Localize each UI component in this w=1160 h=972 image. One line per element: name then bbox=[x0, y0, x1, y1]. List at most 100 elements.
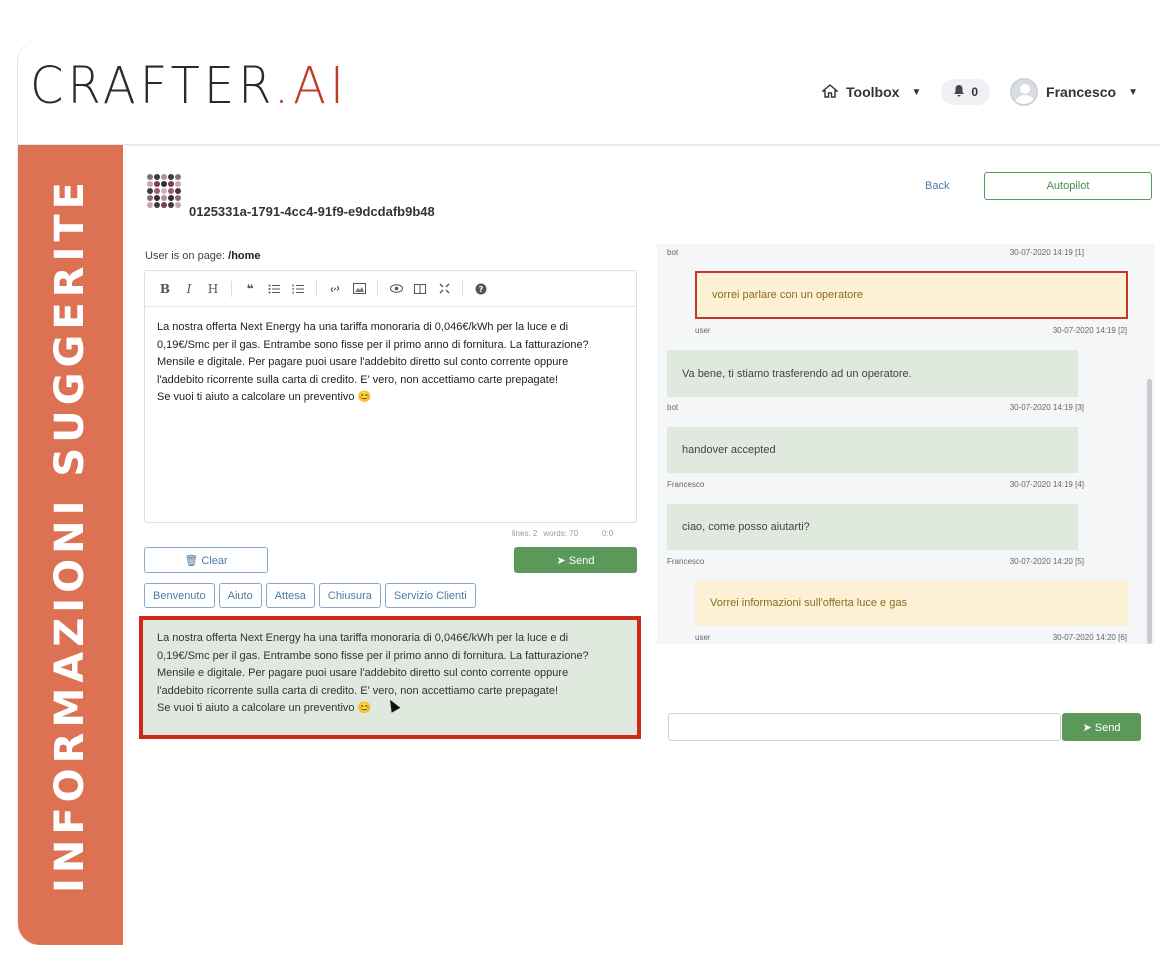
toolbar-divider bbox=[316, 280, 317, 297]
user-name: Francesco bbox=[1046, 84, 1117, 100]
message-sender: Francesco bbox=[667, 557, 705, 566]
suggestion-line: 0,19€/Smc per il gas. Entrambe sono fiss… bbox=[157, 649, 589, 662]
top-header: CRAFTER.AI Toolbox ▼ 0 Francesco ▼ bbox=[18, 40, 1160, 145]
bold-icon[interactable]: B bbox=[155, 279, 175, 299]
quick-reply-benvenuto[interactable]: Benvenuto bbox=[144, 583, 215, 608]
autopilot-button[interactable]: Autopilot bbox=[984, 172, 1152, 200]
notifications-button[interactable]: 0 bbox=[941, 79, 991, 105]
message-time: 30-07-2020 14:19 [1] bbox=[1009, 248, 1084, 257]
status-cursor: 0:0 bbox=[602, 529, 614, 538]
chevron-down-icon: ▼ bbox=[911, 86, 922, 98]
italic-icon[interactable]: I bbox=[179, 279, 199, 299]
toolbar-divider bbox=[377, 280, 378, 297]
reply-send-label: Send bbox=[1094, 721, 1121, 734]
message-time: 30-07-2020 14:20 [6] bbox=[1052, 633, 1127, 642]
status-words: words: 70 bbox=[543, 529, 579, 538]
chat-message-user[interactable]: Vorrei informazioni sull'offerta luce e … bbox=[695, 580, 1128, 626]
reply-send-button[interactable]: ➤ Send bbox=[1062, 713, 1141, 741]
paper-plane-icon: ➤ bbox=[1082, 721, 1092, 734]
editor-textarea[interactable]: La nostra offerta Next Energy ha una tar… bbox=[145, 307, 636, 419]
trash-icon: 🗑 bbox=[184, 554, 199, 567]
message-text: vorrei parlare con un operatore bbox=[712, 289, 864, 301]
paper-plane-icon: ➤ bbox=[556, 554, 566, 567]
send-label: Send bbox=[568, 554, 595, 567]
quote-icon[interactable]: ❝ bbox=[240, 279, 260, 299]
quick-replies: Benvenuto Aiuto Attesa Chiusura Servizio… bbox=[144, 583, 476, 608]
chat-message-bot[interactable]: Va bene, ti stiamo trasferendo ad un ope… bbox=[667, 350, 1078, 397]
ordered-list-icon[interactable] bbox=[288, 279, 308, 299]
bell-icon bbox=[953, 84, 965, 100]
notifications-count: 0 bbox=[971, 85, 979, 99]
message-sender: bot bbox=[667, 403, 679, 412]
link-icon[interactable] bbox=[325, 279, 345, 299]
message-sender: bot bbox=[667, 248, 679, 257]
toolbar-divider bbox=[462, 280, 463, 297]
user-menu[interactable]: Francesco ▼ bbox=[1010, 78, 1138, 106]
editor-line: 0,19€/Smc per il gas. Entrambe sono fiss… bbox=[157, 338, 589, 351]
avatar bbox=[1010, 78, 1039, 106]
help-icon[interactable]: ? bbox=[471, 279, 491, 299]
toolbox-label: Toolbox bbox=[846, 84, 900, 100]
user-page-info: User is on page: /home bbox=[145, 250, 261, 262]
chat-message-agent[interactable]: ciao, come posso aiutarti? bbox=[667, 504, 1078, 550]
suggested-answer[interactable]: La nostra offerta Next Energy ha una tar… bbox=[139, 616, 641, 739]
svg-text:?: ? bbox=[479, 285, 484, 294]
top-nav: Toolbox ▼ 0 Francesco ▼ bbox=[821, 78, 1138, 106]
chevron-down-icon: ▼ bbox=[1128, 86, 1138, 98]
editor-statusbar: lines: 2 words: 70 0:0 bbox=[512, 529, 613, 538]
reply-input[interactable] bbox=[668, 713, 1061, 741]
fullscreen-icon[interactable] bbox=[434, 279, 454, 299]
message-sender: user bbox=[695, 633, 711, 642]
logo-suffix: .AI bbox=[273, 56, 349, 116]
message-text: Va bene, ti stiamo trasferendo ad un ope… bbox=[682, 367, 912, 380]
editor-line: La nostra offerta Next Energy ha una tar… bbox=[157, 321, 569, 333]
back-link[interactable]: Back bbox=[925, 180, 949, 192]
message-text: Vorrei informazioni sull'offerta luce e … bbox=[710, 597, 907, 609]
quick-reply-chiusura[interactable]: Chiusura bbox=[318, 583, 381, 608]
chat-message-agent[interactable]: handover accepted bbox=[667, 427, 1078, 473]
suggestion-line: La nostra offerta Next Energy ha una tar… bbox=[157, 632, 569, 644]
quick-reply-servizio-clienti[interactable]: Servizio Clienti bbox=[384, 583, 476, 608]
conversation-card: 0125331a-1791-4cc4-91f9-e9dcdafb9b48 Bac… bbox=[127, 145, 1160, 945]
suggested-info-banner: INFORMAZIONI SUGGERITE bbox=[18, 145, 123, 945]
toolbar-divider bbox=[231, 280, 232, 297]
message-text: ciao, come posso aiutarti? bbox=[682, 521, 810, 533]
editor-line: l'addebito ricorrente sulla carta di cre… bbox=[157, 373, 559, 386]
chat-scrollbar[interactable] bbox=[1147, 379, 1152, 644]
message-time: 30-07-2020 14:19 [3] bbox=[1009, 403, 1084, 412]
side-by-side-icon[interactable] bbox=[410, 279, 430, 299]
unordered-list-icon[interactable] bbox=[264, 279, 284, 299]
editor-toolbar: B I H ❝ ? bbox=[145, 271, 636, 307]
send-button[interactable]: ➤ Send bbox=[514, 547, 637, 573]
message-time: 30-07-2020 14:19 [4] bbox=[1009, 480, 1084, 489]
page-info-label: User is on page: bbox=[145, 250, 229, 262]
message-text: handover accepted bbox=[682, 444, 776, 456]
preview-icon[interactable] bbox=[386, 279, 406, 299]
crafter-ai-logo[interactable]: CRAFTER.AI bbox=[30, 57, 348, 116]
heading-icon[interactable]: H bbox=[203, 279, 223, 299]
identicon-icon bbox=[147, 174, 181, 208]
suggestion-line: l'addebito ricorrente sulla carta di cre… bbox=[157, 684, 559, 697]
main-area: 0125331a-1791-4cc4-91f9-e9dcdafb9b48 Bac… bbox=[125, 145, 1160, 945]
chat-message-user[interactable]: vorrei parlare con un operatore bbox=[695, 271, 1128, 319]
clear-button[interactable]: 🗑 Clear bbox=[144, 547, 268, 573]
clear-label: Clear bbox=[201, 554, 228, 567]
markdown-editor: B I H ❝ ? La nostra offerta Next Energy … bbox=[144, 270, 637, 523]
logo-text: CRAFTER bbox=[30, 56, 274, 116]
message-time: 30-07-2020 14:20 [5] bbox=[1009, 557, 1084, 566]
chat-history: bot 30-07-2020 14:19 [1] vorrei parlare … bbox=[657, 244, 1154, 644]
message-sender: user bbox=[695, 326, 711, 335]
message-time: 30-07-2020 14:19 [2] bbox=[1052, 326, 1127, 335]
page-path: /home bbox=[228, 250, 261, 262]
image-icon[interactable] bbox=[349, 279, 369, 299]
conversation-header: 0125331a-1791-4cc4-91f9-e9dcdafb9b48 bbox=[147, 174, 435, 219]
suggestion-line: Mensile e digitale. Per pagare puoi usar… bbox=[157, 667, 569, 679]
message-sender: Francesco bbox=[667, 480, 705, 489]
toolbox-menu[interactable]: Toolbox ▼ bbox=[821, 83, 922, 101]
quick-reply-attesa[interactable]: Attesa bbox=[265, 583, 315, 608]
home-icon bbox=[821, 83, 839, 101]
status-lines: lines: 2 bbox=[512, 529, 538, 538]
editor-line: Se vuoi ti aiuto a calcolare un preventi… bbox=[157, 391, 372, 403]
quick-reply-aiuto[interactable]: Aiuto bbox=[218, 583, 262, 608]
banner-label: INFORMAZIONI SUGGERITE bbox=[47, 177, 93, 893]
